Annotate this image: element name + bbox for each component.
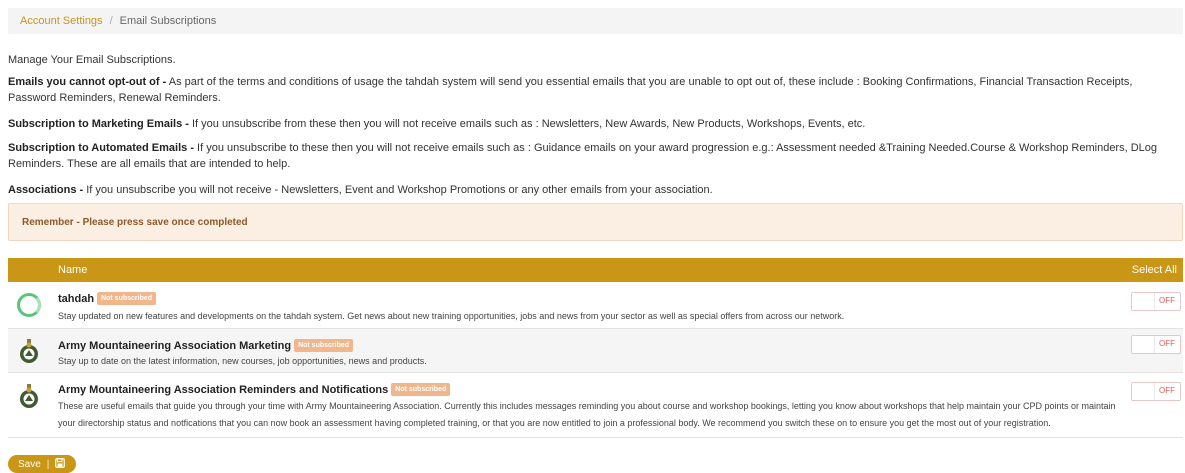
subscription-title: Army Mountaineering Association Marketin…	[58, 339, 354, 352]
breadcrumb-separator: /	[109, 15, 113, 27]
subscription-title-text: Army Mountaineering Association Marketin…	[58, 339, 292, 352]
subscription-title-text: Army Mountaineering Association Reminder…	[58, 383, 389, 396]
toggle-knob	[1132, 336, 1155, 353]
subscription-toggle-reminders[interactable]: OFF	[1131, 382, 1181, 401]
status-badge: Not subscribed	[97, 292, 157, 305]
subscription-toggle-marketing[interactable]: OFF	[1131, 335, 1181, 354]
save-icon	[55, 457, 66, 471]
toggle-label: OFF	[1159, 386, 1175, 395]
paragraph-text: If you unsubscribe you will not receive …	[83, 184, 713, 196]
breadcrumb: Account Settings / Email Subscriptions	[8, 8, 1183, 34]
breadcrumb-current: Email Subscriptions	[119, 15, 217, 27]
subscription-title: tahdah Not subscribed	[58, 292, 157, 305]
toggle-knob	[1132, 293, 1155, 310]
association-crest-logo	[16, 338, 42, 364]
subscription-row-marketing: Army Mountaineering Association Marketin…	[8, 329, 1183, 373]
save-button-label: Save	[18, 458, 41, 470]
column-header-name: Name	[58, 264, 88, 276]
toggle-label: OFF	[1159, 339, 1175, 348]
info-paragraph-marketing: Subscription to Marketing Emails - If yo…	[8, 116, 1183, 132]
save-button[interactable]: Save |	[8, 455, 76, 473]
save-button-separator: |	[46, 458, 50, 470]
subscription-description: These are useful emails that guide you t…	[58, 401, 1116, 428]
subscription-row-reminders: Army Mountaineering Association Reminder…	[8, 373, 1183, 438]
paragraph-heading: Emails you cannot opt-out of -	[8, 76, 167, 88]
subscription-row-tahdah: tahdah Not subscribed Stay updated on ne…	[8, 282, 1183, 329]
intro-text: Manage Your Email Subscriptions.	[8, 54, 176, 66]
subscription-description: Stay up to date on the latest informatio…	[58, 356, 427, 366]
paragraph-text: As part of the terms and conditions of u…	[8, 76, 1133, 104]
paragraph-heading: Subscription to Marketing Emails -	[8, 118, 189, 130]
paragraph-text: If you unsubscribe from these then you w…	[188, 118, 866, 130]
paragraph-heading: Associations -	[8, 184, 84, 196]
status-badge: Not subscribed	[294, 339, 354, 352]
subscription-toggle-tahdah[interactable]: OFF	[1131, 292, 1181, 311]
tahdah-ring-logo	[16, 292, 42, 318]
status-badge: Not subscribed	[391, 383, 451, 396]
breadcrumb-account-settings-link[interactable]: Account Settings	[20, 15, 103, 27]
info-paragraph-opt-out: Emails you cannot opt-out of - As part o…	[8, 74, 1183, 106]
info-paragraph-automated: Subscription to Automated Emails - If yo…	[8, 140, 1183, 172]
select-all-link[interactable]: Select All	[1132, 264, 1177, 276]
subscription-description: Stay updated on new features and develop…	[58, 311, 845, 321]
toggle-knob	[1132, 383, 1155, 400]
subscriptions-table-header: Name Select All	[8, 258, 1183, 282]
save-reminder-alert: Remember - Please press save once comple…	[8, 203, 1183, 241]
paragraph-heading: Subscription to Automated Emails -	[8, 142, 194, 154]
subscription-title: Army Mountaineering Association Reminder…	[58, 383, 451, 396]
subscription-title-text: tahdah	[58, 292, 95, 305]
association-crest-logo	[16, 383, 42, 409]
toggle-label: OFF	[1159, 296, 1175, 305]
info-paragraph-associations: Associations - If you unsubscribe you wi…	[8, 182, 1183, 198]
alert-text: Remember - Please press save once comple…	[22, 216, 248, 228]
